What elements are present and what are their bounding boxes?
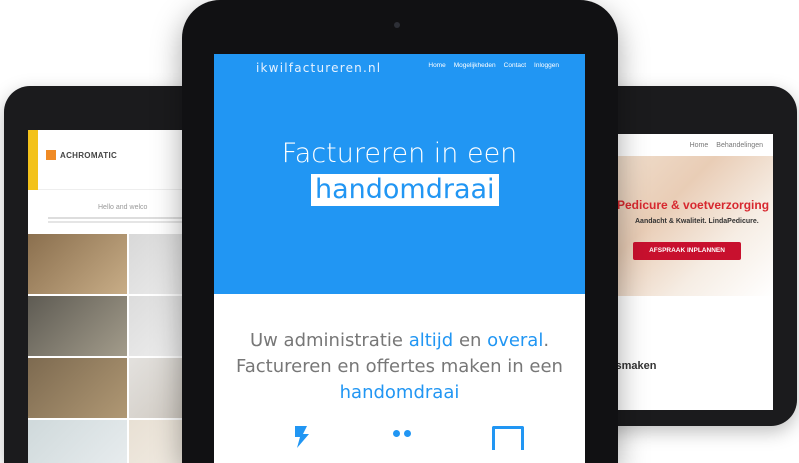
nav-home[interactable]: Home xyxy=(428,62,445,69)
portfolio-tile[interactable] xyxy=(28,234,127,294)
feature-icons xyxy=(214,424,585,463)
logo-mark-icon xyxy=(46,150,56,160)
achromatic-logo-text: ACHROMATIC xyxy=(60,150,118,160)
dots-icon xyxy=(393,430,411,437)
pedicure-title: Pedicure & voetverzorging xyxy=(617,198,770,212)
tagline-text: en xyxy=(453,330,488,351)
main-nav: Home Mogelijkheden Contact Inloggen xyxy=(428,62,559,69)
screen-icon xyxy=(492,426,524,450)
tagline-line2: Factureren en offertes maken in een xyxy=(236,356,563,377)
tagline-line3: handomdraai xyxy=(339,382,460,403)
tagline-accent-overal: overal xyxy=(487,330,544,351)
site-brand[interactable]: ikwilfactureren.nl xyxy=(256,61,381,75)
afspraak-inplannen-button[interactable]: AFSPRAAK INPLANNEN xyxy=(633,242,741,260)
nav-home[interactable]: Home xyxy=(690,142,709,156)
tagline: Uw administratie altijd en overal. Factu… xyxy=(214,328,585,406)
tagline-line1: Uw administratie altijd en overal. xyxy=(214,328,585,354)
center-tablet-screen: ikwilfactureren.nl Home Mogelijkheden Co… xyxy=(214,54,585,463)
bolt-icon xyxy=(295,426,309,448)
portfolio-tile[interactable] xyxy=(28,296,127,356)
nav-mogelijkheden[interactable]: Mogelijkheden xyxy=(454,62,496,69)
pedicure-subtitle: Aandacht & Kwaliteit. LindaPedicure. xyxy=(635,218,759,225)
tagline-text: . xyxy=(543,330,550,351)
portfolio-tile[interactable] xyxy=(28,358,127,418)
intro-text-lines xyxy=(48,217,198,219)
tagline-text: Uw administratie xyxy=(249,330,409,351)
center-tablet: ikwilfactureren.nl Home Mogelijkheden Co… xyxy=(182,0,618,463)
camera-icon xyxy=(394,22,400,28)
achromatic-logo[interactable]: ACHROMATIC xyxy=(46,150,117,160)
nav-behandelingen[interactable]: Behandelingen xyxy=(716,142,763,156)
tagline-accent-altijd: altijd xyxy=(408,330,454,351)
hero-section: ikwilfactureren.nl Home Mogelijkheden Co… xyxy=(214,54,585,294)
hero-heading: Factureren in een xyxy=(281,138,518,169)
yellow-accent-bar xyxy=(28,130,38,190)
nav-inloggen[interactable]: Inloggen xyxy=(534,62,559,69)
hero-highlight: handomdraai xyxy=(311,174,499,206)
portfolio-tile[interactable] xyxy=(28,420,127,463)
nav-contact[interactable]: Contact xyxy=(504,62,526,69)
